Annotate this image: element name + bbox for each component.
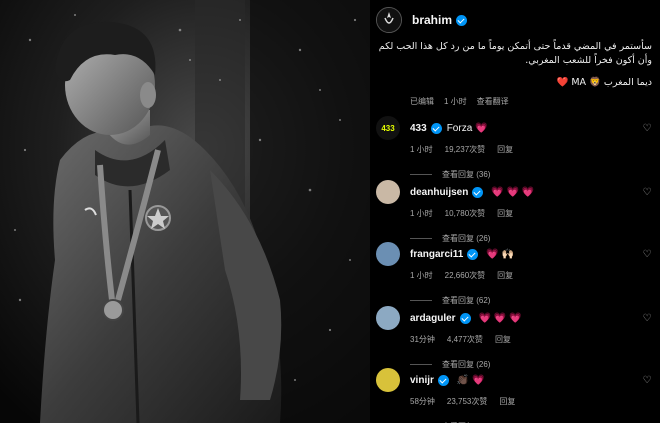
comment-like-heart-icon[interactable]: ♡	[642, 376, 652, 386]
view-replies-button[interactable]: 查看回复 (36)	[376, 169, 656, 180]
comment-like-heart-icon[interactable]: ♡	[642, 250, 652, 260]
author-avatar[interactable]	[376, 7, 402, 33]
post-meta: 已编辑 1 小时 查看翻译	[370, 96, 660, 107]
commenter-username[interactable]: vinijr	[410, 375, 434, 386]
edited-label: 已编辑	[410, 97, 434, 106]
player-photo-illustration	[0, 0, 370, 423]
verified-badge-icon	[430, 122, 442, 134]
comment-item: frangarci11 💗 🙌🏻 1 小时 22,660次赞 回复 查看回复 (…	[376, 242, 656, 306]
verified-badge-icon	[459, 312, 471, 324]
view-replies-button[interactable]: 查看回复 (62)	[376, 295, 656, 306]
commenter-avatar[interactable]	[376, 242, 400, 266]
comment-text: Forza	[446, 122, 473, 134]
comment-emojis: 💗 💗 💗	[491, 186, 535, 198]
comment-item: ardaguler 💗 💗 💗 31分钟 4,477次赞 回复 查看回复 (26…	[376, 306, 656, 370]
reply-button[interactable]: 回复	[497, 208, 513, 219]
verified-badge-icon	[472, 186, 484, 198]
comment-time: 1 小时	[410, 271, 433, 280]
caption-line: سأستمر في المضي قدماً حتى أتمكن يوماً ما…	[378, 41, 652, 52]
comment-item: deanhuijsen 💗 💗 💗 1 小时 10,780次赞 回复 查看回复 …	[376, 180, 656, 244]
author-avatar-image	[377, 8, 401, 32]
comment-item: vinijr 👏🏿 💗 58分钟 23,753次赞 回复 查看回复 (260)	[376, 368, 656, 423]
post-header: brahim	[370, 0, 660, 40]
commenter-username[interactable]: 433	[410, 123, 427, 134]
comment-emojis: 💗	[475, 122, 488, 134]
comment-likes[interactable]: 23,753次赞	[447, 396, 487, 407]
reply-button[interactable]: 回复	[497, 270, 513, 281]
see-translation-link[interactable]: 查看翻译	[477, 96, 509, 107]
commenter-username[interactable]: ardaguler	[410, 313, 456, 324]
commenter-avatar[interactable]	[376, 306, 400, 330]
author-username[interactable]: brahim	[412, 13, 452, 27]
comment-emojis: 💗 💗 💗	[478, 312, 522, 324]
post-caption: سأستمر في المضي قدماً حتى أتمكن يوماً ما…	[370, 40, 660, 90]
comment-like-heart-icon[interactable]: ♡	[642, 188, 652, 198]
caption-hashtags: ديما المغرب 🦁 MA ❤️	[556, 77, 652, 88]
comment-like-heart-icon[interactable]: ♡	[642, 124, 652, 134]
comment-likes[interactable]: 19,237次赞	[445, 144, 485, 155]
commenter-username[interactable]: frangarci11	[410, 249, 463, 260]
comment-likes[interactable]: 4,477次赞	[447, 334, 483, 345]
reply-button[interactable]: 回复	[495, 334, 511, 345]
commenter-avatar[interactable]: 433	[376, 116, 400, 140]
comment-like-heart-icon[interactable]: ♡	[642, 314, 652, 324]
reply-button[interactable]: 回复	[499, 396, 515, 407]
comment-likes[interactable]: 22,660次赞	[445, 270, 485, 281]
commenter-avatar-label: 433	[381, 123, 395, 133]
commenter-avatar[interactable]	[376, 180, 400, 204]
commenter-username[interactable]: deanhuijsen	[410, 187, 468, 198]
comment-time: 1 小时	[410, 145, 433, 154]
comment-emojis: 👏🏿 💗	[456, 374, 485, 386]
verified-badge-icon	[467, 248, 479, 260]
comment-likes[interactable]: 10,780次赞	[445, 208, 485, 219]
comment-item: 433 433 Forza 💗 1 小时 19,237次赞 回复 查看回复 (3…	[376, 116, 656, 180]
verified-badge-icon	[437, 374, 449, 386]
comment-time: 58分钟	[410, 397, 435, 406]
reply-button[interactable]: 回复	[497, 144, 513, 155]
comment-time: 31分钟	[410, 335, 435, 344]
comments-panel: brahim سأستمر في المضي قدماً حتى أتمكن ي…	[370, 0, 660, 423]
post-time: 1 小时	[444, 97, 467, 106]
comment-emojis: 💗 🙌🏻	[486, 248, 515, 260]
commenter-avatar[interactable]	[376, 368, 400, 392]
caption-line: وأن أكون فخراً للشعب المغربي.	[525, 55, 652, 66]
post-photo[interactable]	[0, 0, 370, 423]
comment-time: 1 小时	[410, 209, 433, 218]
verified-badge-icon	[456, 14, 468, 26]
